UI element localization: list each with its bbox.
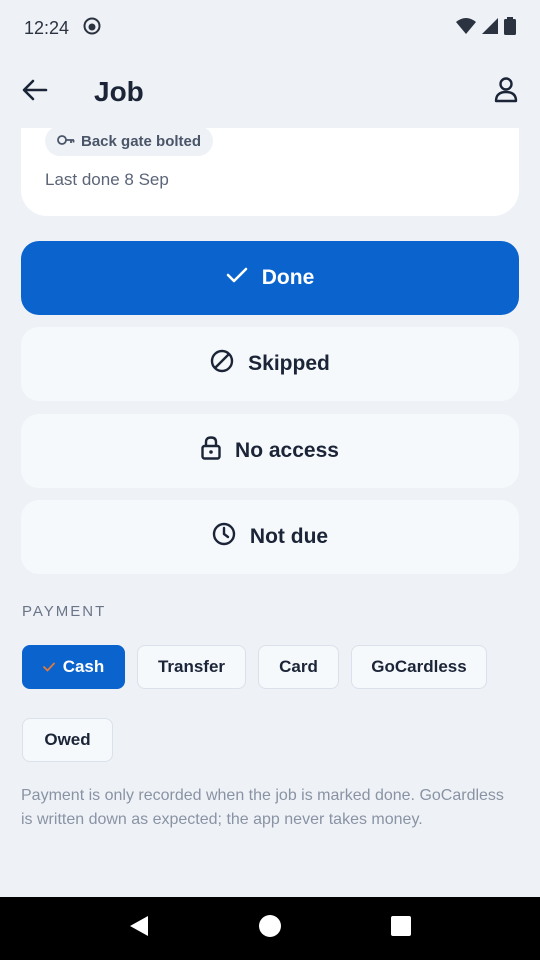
done-button[interactable]: Done bbox=[21, 241, 519, 315]
status-bar: 12:24 bbox=[0, 0, 540, 56]
payment-chip-label: Cash bbox=[62, 657, 105, 676]
notification-icon bbox=[83, 17, 101, 40]
block-icon bbox=[210, 349, 234, 379]
clock-icon bbox=[212, 522, 236, 552]
payment-chip-cash[interactable]: Cash bbox=[22, 645, 125, 689]
skipped-button[interactable]: Skipped bbox=[21, 327, 519, 401]
nav-home-icon[interactable] bbox=[259, 915, 281, 942]
page-title: Job bbox=[94, 76, 144, 107]
not-due-button[interactable]: Not due bbox=[21, 500, 519, 574]
back-arrow-icon[interactable] bbox=[22, 79, 48, 106]
lock-icon bbox=[201, 436, 221, 466]
no-access-label: No access bbox=[235, 439, 339, 462]
signal-icon bbox=[482, 17, 498, 39]
payment-chip-label: Owed bbox=[44, 730, 91, 749]
status-time: 12:24 bbox=[24, 17, 70, 38]
battery-icon bbox=[504, 16, 516, 40]
payment-chip-label: Transfer bbox=[157, 657, 226, 676]
payment-note: Payment is only recorded when the job is… bbox=[21, 787, 504, 828]
payment-chip-owed[interactable]: Owed bbox=[22, 718, 113, 762]
nav-recents-icon[interactable] bbox=[391, 916, 411, 941]
last-done-text: Last done 8 Sep bbox=[45, 170, 169, 189]
skipped-label: Skipped bbox=[248, 352, 330, 375]
note-chip: Back gate bolted bbox=[45, 126, 214, 156]
payment-section-label: PAYMENT bbox=[22, 603, 107, 620]
wifi-icon bbox=[456, 17, 476, 39]
profile-icon[interactable] bbox=[494, 76, 518, 108]
system-nav-bar bbox=[0, 897, 540, 960]
done-label: Done bbox=[261, 266, 315, 289]
key-icon bbox=[57, 133, 75, 150]
note-chip-label: Back gate bolted bbox=[81, 132, 202, 150]
check-icon bbox=[226, 266, 248, 290]
app-bar: Job bbox=[0, 56, 540, 128]
no-access-button[interactable]: No access bbox=[21, 414, 519, 488]
payment-chip-label: GoCardless bbox=[371, 657, 467, 676]
payment-chip-transfer[interactable]: Transfer bbox=[137, 645, 246, 689]
not-due-label: Not due bbox=[249, 525, 329, 548]
payment-chip-card[interactable]: Card bbox=[258, 645, 339, 689]
payment-chip-gocardless[interactable]: GoCardless bbox=[351, 645, 487, 689]
payment-chip-label: Card bbox=[279, 657, 318, 676]
nav-back-icon[interactable] bbox=[129, 915, 149, 942]
check-icon bbox=[42, 657, 55, 677]
